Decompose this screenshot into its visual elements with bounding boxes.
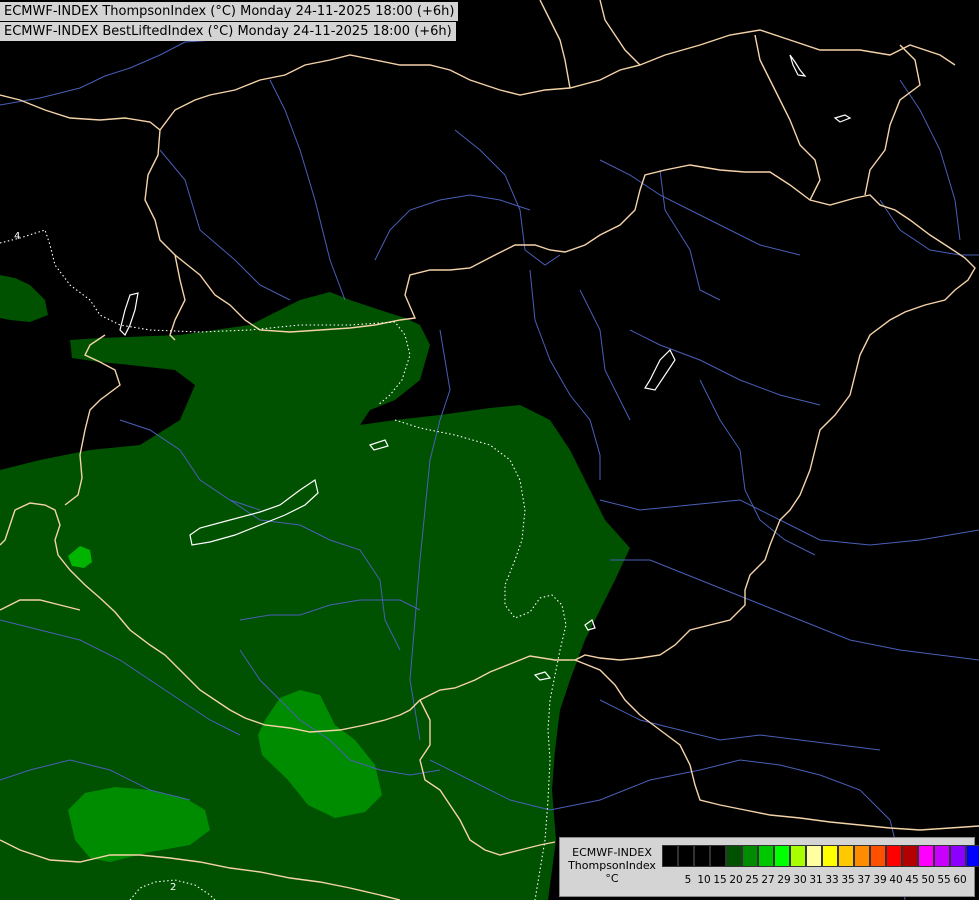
legend-tick-label: 29 xyxy=(777,874,791,886)
legend-tick-label: 31 xyxy=(809,874,823,886)
legend-tick-label: 25 xyxy=(745,874,759,886)
legend-swatch xyxy=(886,845,902,867)
legend-swatch xyxy=(934,845,950,867)
legend-swatch xyxy=(790,845,806,867)
legend-swatch xyxy=(822,845,838,867)
legend-tick-label: 60 xyxy=(953,874,967,886)
legend-tick-label: 50 xyxy=(921,874,935,886)
legend-name: ECMWF-INDEX ThompsonIndex °C xyxy=(564,846,660,885)
legend-tick-label: 35 xyxy=(841,874,855,886)
legend-swatch xyxy=(678,845,694,867)
legend-tick-label: 27 xyxy=(761,874,775,886)
legend-tick-label: 40 xyxy=(889,874,903,886)
legend-swatch xyxy=(742,845,758,867)
legend-swatch xyxy=(758,845,774,867)
legend-swatches xyxy=(662,845,979,867)
legend-swatch xyxy=(902,845,918,867)
legend-swatch xyxy=(806,845,822,867)
legend-swatch xyxy=(918,845,934,867)
legend-model: ECMWF-INDEX xyxy=(572,846,652,859)
legend-tick-label: 10 xyxy=(697,874,711,886)
weather-map: 4 2 xyxy=(0,0,979,900)
contour-label-top-left: 4 xyxy=(14,231,20,242)
map-title-thompson-index: ECMWF-INDEX ThompsonIndex (°C) Monday 24… xyxy=(0,2,459,21)
legend-swatch xyxy=(726,845,742,867)
legend-swatch xyxy=(854,845,870,867)
legend-tick-label: 37 xyxy=(857,874,871,886)
legend-swatch xyxy=(662,845,678,867)
map-title-best-lifted-index: ECMWF-INDEX BestLiftedIndex (°C) Monday … xyxy=(0,22,456,41)
legend-tick-label: 45 xyxy=(905,874,919,886)
contour-label-bottom-left: 2 xyxy=(170,882,176,893)
legend-swatch xyxy=(694,845,710,867)
legend-parameter: ThompsonIndex xyxy=(568,859,656,872)
legend-tick-label: 39 xyxy=(873,874,887,886)
legend-swatch xyxy=(966,845,979,867)
legend-tick-label: 30 xyxy=(793,874,807,886)
legend-swatch xyxy=(838,845,854,867)
legend-tick-label: 15 xyxy=(713,874,727,886)
legend-tick-label: 33 xyxy=(825,874,839,886)
legend-tick-label: 55 xyxy=(937,874,951,886)
legend-swatch xyxy=(870,845,886,867)
legend-swatch xyxy=(774,845,790,867)
legend-unit: °C xyxy=(605,872,619,885)
legend-tick-label: 20 xyxy=(729,874,743,886)
legend-tick-label: 5 xyxy=(684,874,692,886)
legend-swatch xyxy=(710,845,726,867)
color-legend: ECMWF-INDEX ThompsonIndex °C 5 10 15 20 25 27… xyxy=(559,837,979,897)
legend-swatch xyxy=(950,845,966,867)
